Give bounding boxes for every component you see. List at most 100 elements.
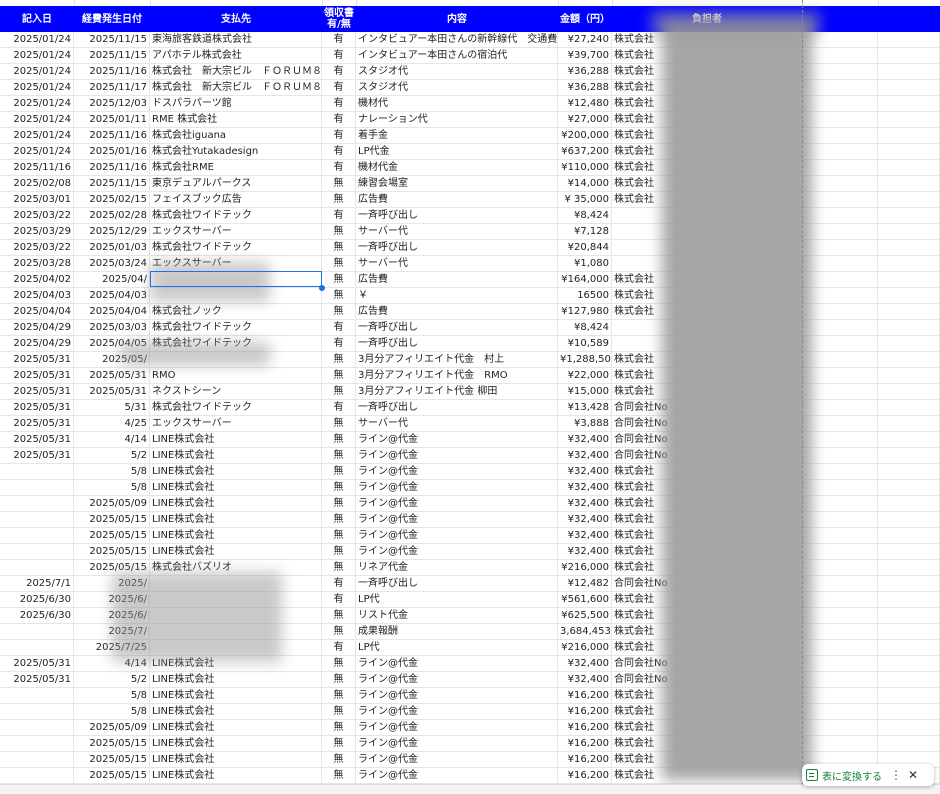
cell-empty[interactable] xyxy=(878,112,940,127)
cell-content[interactable]: サーバー代 xyxy=(356,256,558,271)
cell-receipt[interactable]: 有 xyxy=(322,80,356,95)
cell-empty[interactable] xyxy=(802,176,878,191)
cell-payee[interactable]: LINE株式会社 xyxy=(150,544,322,559)
cell-content[interactable]: 練習会場室 xyxy=(356,176,558,191)
cell-date-entered[interactable]: 2025/04/03 xyxy=(0,288,74,303)
cell-amount[interactable]: ¥8,424 xyxy=(558,320,612,335)
cell-empty[interactable] xyxy=(802,288,878,303)
cell-payee[interactable]: 株式会社 新大宗ビル ＦＯＲＵＭ８ xyxy=(150,64,322,79)
cell-receipt[interactable]: 有 xyxy=(322,48,356,63)
cell-expense-date[interactable]: 2025/11/16 xyxy=(74,128,150,143)
cell-receipt[interactable]: 無 xyxy=(322,432,356,447)
cell-content[interactable]: LP代 xyxy=(356,592,558,607)
cell-expense-date[interactable]: 2025/05/09 xyxy=(74,720,150,735)
cell-payee[interactable]: LINE株式会社 xyxy=(150,512,322,527)
cell-receipt[interactable]: 無 xyxy=(322,672,356,687)
cell-empty[interactable] xyxy=(878,368,940,383)
cell-expense-date[interactable]: 2025/05/31 xyxy=(74,368,150,383)
cell-content[interactable]: ￥ xyxy=(356,288,558,303)
cell-amount[interactable]: ¥36,288 xyxy=(558,64,612,79)
header-content[interactable]: 内容 xyxy=(356,6,558,32)
cell-empty[interactable] xyxy=(878,240,940,255)
cell-content[interactable]: ライン@代金 xyxy=(356,688,558,703)
cell-amount[interactable]: ¥32,400 xyxy=(558,544,612,559)
cell-empty[interactable] xyxy=(878,272,940,287)
cell-empty[interactable] xyxy=(878,352,940,367)
cell-date-entered[interactable]: 2025/02/08 xyxy=(0,176,74,191)
cell-content[interactable]: 一斉呼び出し xyxy=(356,240,558,255)
more-options-icon[interactable]: ⋮ xyxy=(890,768,902,782)
cell-content[interactable]: ライン@代金 xyxy=(356,496,558,511)
cell-content[interactable]: ライン@代金 xyxy=(356,544,558,559)
cell-amount[interactable]: ¥561,600 xyxy=(558,592,612,607)
cell-amount[interactable]: ¥8,424 xyxy=(558,208,612,223)
cell-receipt[interactable]: 無 xyxy=(322,384,356,399)
cell-payee[interactable]: LINE株式会社 xyxy=(150,720,322,735)
cell-payee[interactable]: LINE株式会社 xyxy=(150,704,322,719)
cell-amount[interactable]: ¥32,400 xyxy=(558,448,612,463)
cell-amount[interactable]: ¥32,400 xyxy=(558,464,612,479)
cell-amount[interactable]: ¥1,288,500 xyxy=(558,352,612,367)
cell-date-entered[interactable] xyxy=(0,752,74,767)
cell-date-entered[interactable]: 2025/04/02 xyxy=(0,272,74,287)
cell-date-entered[interactable]: 2025/01/24 xyxy=(0,48,74,63)
cell-expense-date[interactable]: 5/8 xyxy=(74,688,150,703)
cell-content[interactable]: リスト代金 xyxy=(356,608,558,623)
cell-content[interactable]: ナレーション代 xyxy=(356,112,558,127)
cell-empty[interactable] xyxy=(802,608,878,623)
cell-receipt[interactable]: 無 xyxy=(322,288,356,303)
cell-date-entered[interactable]: 2025/11/16 xyxy=(0,160,74,175)
cell-empty[interactable] xyxy=(878,576,940,591)
cell-empty[interactable] xyxy=(878,656,940,671)
cell-empty[interactable] xyxy=(802,736,878,751)
cell-payee[interactable]: アパホテル株式会社 xyxy=(150,48,322,63)
cell-empty[interactable] xyxy=(878,608,940,623)
cell-amount[interactable]: ¥ 35,000 xyxy=(558,192,612,207)
cell-empty[interactable] xyxy=(878,496,940,511)
cell-empty[interactable] xyxy=(802,64,878,79)
cell-payee[interactable]: 株式会社RME xyxy=(150,160,322,175)
cell-receipt[interactable]: 有 xyxy=(322,336,356,351)
cell-empty[interactable] xyxy=(802,208,878,223)
cell-expense-date[interactable]: 2025/11/15 xyxy=(74,48,150,63)
cell-empty[interactable] xyxy=(802,592,878,607)
cell-receipt[interactable]: 無 xyxy=(322,480,356,495)
cell-expense-date[interactable]: 4/25 xyxy=(74,416,150,431)
cell-amount[interactable]: ¥13,428 xyxy=(558,400,612,415)
cell-date-entered[interactable]: 2025/01/24 xyxy=(0,112,74,127)
cell-content[interactable]: ライン@代金 xyxy=(356,480,558,495)
cell-payee[interactable]: 株式会社iguana xyxy=(150,128,322,143)
cell-content[interactable]: ライン@代金 xyxy=(356,720,558,735)
selected-cell[interactable] xyxy=(150,271,322,287)
cell-empty[interactable] xyxy=(878,704,940,719)
cell-empty[interactable] xyxy=(878,432,940,447)
cell-expense-date[interactable]: 2025/04/03 xyxy=(74,288,150,303)
cell-date-entered[interactable] xyxy=(0,768,74,783)
cell-content[interactable]: 広告費 xyxy=(356,272,558,287)
cell-payee[interactable]: ドスパラパーツ館 xyxy=(150,96,322,111)
cell-receipt[interactable]: 無 xyxy=(322,464,356,479)
cell-empty[interactable] xyxy=(878,288,940,303)
cell-date-entered[interactable]: 2025/05/31 xyxy=(0,672,74,687)
cell-expense-date[interactable]: 2025/12/29 xyxy=(74,224,150,239)
cell-content[interactable]: サーバー代 xyxy=(356,224,558,239)
cell-expense-date[interactable]: 5/8 xyxy=(74,704,150,719)
cell-payee[interactable]: LINE株式会社 xyxy=(150,448,322,463)
cell-payee[interactable]: LINE株式会社 xyxy=(150,432,322,447)
cell-expense-date[interactable]: 4/14 xyxy=(74,432,150,447)
cell-amount[interactable]: ¥32,400 xyxy=(558,480,612,495)
cell-empty[interactable] xyxy=(802,160,878,175)
cell-amount[interactable]: ¥164,000 xyxy=(558,272,612,287)
cell-date-entered[interactable] xyxy=(0,560,74,575)
cell-amount[interactable]: ¥32,400 xyxy=(558,528,612,543)
cell-empty[interactable] xyxy=(802,416,878,431)
cell-amount[interactable]: ¥12,482 xyxy=(558,576,612,591)
cell-receipt[interactable]: 無 xyxy=(322,768,356,783)
cell-content[interactable]: LP代 xyxy=(356,640,558,655)
cell-date-entered[interactable]: 2025/7/1 xyxy=(0,576,74,591)
cell-receipt[interactable]: 有 xyxy=(322,320,356,335)
cell-payee[interactable]: RMO xyxy=(150,368,322,383)
convert-to-table-label[interactable]: 表に変換する xyxy=(822,768,882,783)
cell-amount[interactable]: ¥16,200 xyxy=(558,768,612,783)
cell-receipt[interactable]: 無 xyxy=(322,608,356,623)
